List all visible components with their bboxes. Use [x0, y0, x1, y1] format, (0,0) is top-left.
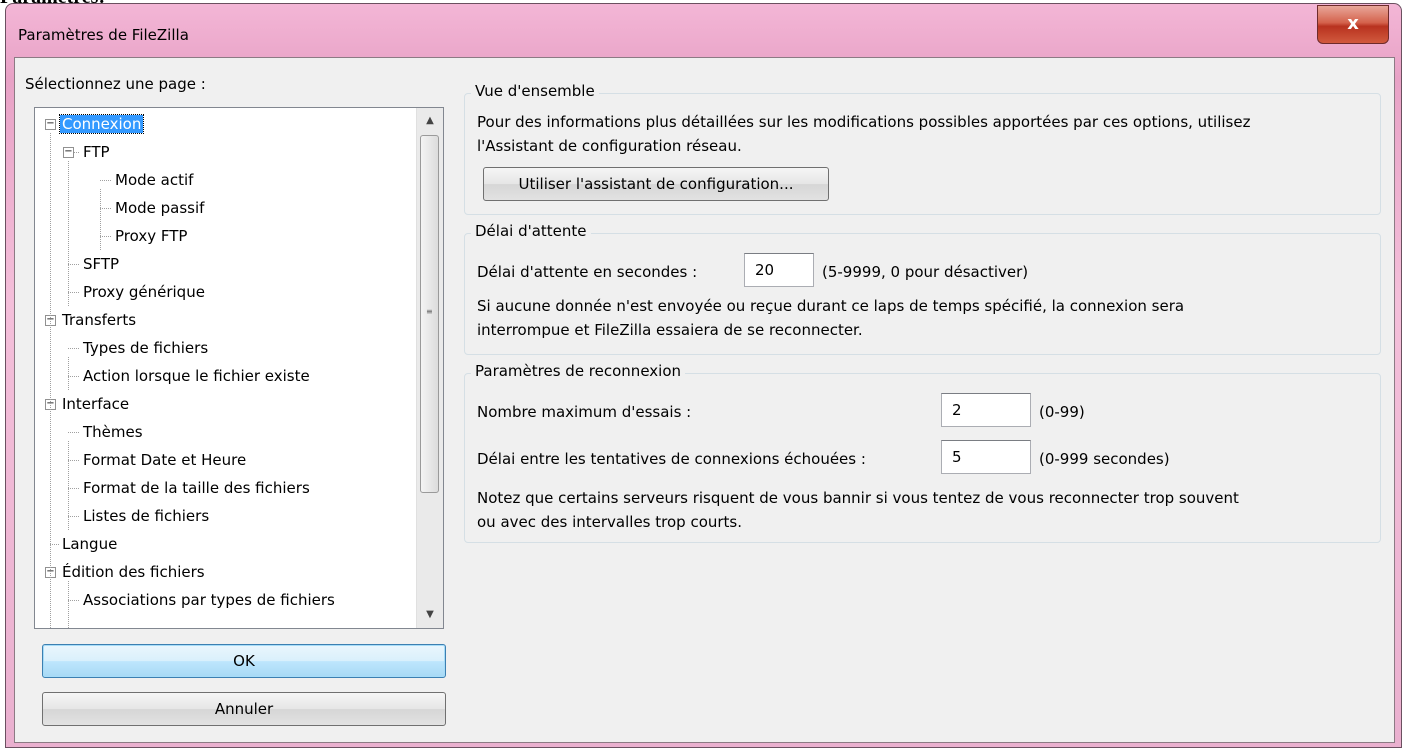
tree-item-label: Proxy FTP [115, 227, 188, 245]
tree-connector [68, 488, 79, 489]
tree-item[interactable]: Proxy générique [81, 278, 207, 306]
tree-item-label: Édition des fichiers [62, 563, 205, 581]
tree-connector [100, 236, 111, 237]
tree-item[interactable]: Mode actif [113, 166, 195, 194]
tree-item[interactable]: Mode passif [113, 194, 206, 222]
tree-connector [68, 460, 79, 461]
tree-item[interactable]: SFTP [81, 250, 121, 278]
collapse-icon[interactable]: − [63, 147, 74, 158]
overview-group: Vue d'ensemble Pour des informations plu… [464, 82, 1381, 215]
timeout-input[interactable] [744, 253, 814, 287]
close-button[interactable]: x [1317, 5, 1389, 44]
tree-connector [68, 516, 79, 517]
tree-item-label: Mode passif [115, 199, 205, 217]
collapse-icon[interactable]: − [45, 119, 56, 130]
wizard-button[interactable]: Utiliser l'assistant de configuration... [483, 167, 829, 201]
ok-button[interactable]: OK [42, 644, 446, 678]
tree-item-label: Format de la taille des fichiers [83, 479, 310, 497]
tree-item[interactable]: Édition des fichiers [60, 558, 207, 586]
settings-tree[interactable]: − Connexion − FTP Mode actif Mode passif Proxy… [34, 107, 444, 629]
cancel-button[interactable]: Annuler [42, 692, 446, 726]
max-attempts-hint: (0-99) [1039, 403, 1085, 421]
close-icon: x [1347, 13, 1359, 34]
tree-item[interactable]: FTP [81, 138, 112, 166]
tree-item-label: Action lorsque le fichier existe [83, 367, 310, 385]
dialog-client-area: Sélectionnez une page : − Connexion − FTP Mo… [14, 57, 1395, 743]
tree-item-label: Langue [62, 535, 118, 553]
tree-item[interactable]: Langue [60, 530, 119, 558]
tree-item[interactable]: Connexion [58, 110, 145, 138]
tree-item[interactable]: Action lorsque le fichier existe [81, 362, 312, 390]
tree-scrollbar[interactable]: ▲ ≡ ▼ [416, 108, 443, 628]
overview-title: Vue d'ensemble [471, 82, 599, 100]
overview-text-line1: Pour des informations plus détaillées su… [477, 113, 1251, 131]
settings-dialog: Paramètres de FileZilla x Sélectionnez u… [5, 3, 1402, 748]
tree-item-label: Proxy générique [83, 283, 205, 301]
tree-connector [68, 264, 79, 265]
tree-connector [50, 544, 59, 545]
tree-connector [68, 292, 79, 293]
tree-item-label: Associations par types de fichiers [83, 591, 335, 609]
tree-item-label: Interface [62, 395, 130, 413]
tree-connector [68, 600, 79, 601]
tree-item[interactable]: Listes de fichiers [81, 502, 211, 530]
reconnect-title: Paramètres de reconnexion [471, 362, 686, 380]
reconnect-text-line2: ou avec des intervalles trop courts. [477, 513, 743, 531]
tree-item-label: Mode actif [115, 171, 194, 189]
tree-item-label: Listes de fichiers [83, 507, 210, 525]
timeout-group: Délai d'attente Délai d'attente en secon… [464, 222, 1381, 355]
scroll-down-icon[interactable]: ▼ [417, 602, 443, 628]
tree-guide [68, 161, 69, 306]
grip-icon: ≡ [426, 307, 433, 316]
tree-item-label: Connexion [58, 114, 145, 134]
tree-item[interactable]: Format Date et Heure [81, 446, 248, 474]
timeout-text-line1: Si aucune donnée n'est envoyée ou reçue … [477, 297, 1185, 315]
tree-item[interactable]: Thèmes [81, 418, 145, 446]
retry-delay-hint: (0-999 secondes) [1039, 450, 1170, 468]
tree-connector [68, 376, 79, 377]
scroll-up-icon[interactable]: ▲ [417, 108, 443, 134]
tree-item[interactable]: Associations par types de fichiers [81, 586, 337, 614]
tree-connector [68, 348, 79, 349]
max-attempts-label: Nombre maximum d'essais : [477, 403, 692, 421]
retry-delay-input[interactable] [941, 440, 1031, 474]
scroll-thumb[interactable]: ≡ [420, 135, 439, 493]
window-title: Paramètres de FileZilla [18, 26, 189, 44]
reconnect-text-line1: Notez que certains serveurs risquent de … [477, 489, 1239, 507]
tree-item-label: Format Date et Heure [83, 451, 247, 469]
tree-guide [68, 357, 69, 390]
tree-item-label: Transferts [62, 311, 137, 329]
overview-text-line2: l'Assistant de configuration réseau. [477, 137, 742, 155]
tree-guide [100, 189, 101, 250]
tree-connector [100, 208, 111, 209]
reconnect-group: Paramètres de reconnexion Nombre maximum… [464, 362, 1381, 543]
tree-guide [68, 441, 69, 530]
timeout-hint: (5-9999, 0 pour désactiver) [822, 263, 1029, 281]
tree-item[interactable]: Types de fichiers [81, 334, 210, 362]
tree-item[interactable]: Proxy FTP [113, 222, 189, 250]
tree-connector [100, 180, 111, 181]
timeout-text-line2: interrompue et FileZilla essaiera de se … [477, 321, 863, 339]
tree-item[interactable]: Format de la taille des fichiers [81, 474, 312, 502]
tree-item[interactable]: Interface [60, 390, 131, 418]
tree-item-label: FTP [83, 143, 110, 161]
retry-delay-label: Délai entre les tentatives de connexions… [477, 450, 866, 468]
tree-item-label: Thèmes [83, 423, 143, 441]
tree-guide [68, 581, 69, 628]
timeout-label: Délai d'attente en secondes : [477, 263, 698, 281]
tree-content: − Connexion − FTP Mode actif Mode passif Proxy… [35, 108, 417, 628]
tree-item-label: Types de fichiers [83, 339, 209, 357]
tree-guide [50, 133, 51, 628]
tree-item-label: SFTP [83, 255, 120, 273]
max-attempts-input[interactable] [941, 393, 1031, 427]
tree-item[interactable]: Transferts [60, 306, 138, 334]
page-select-label: Sélectionnez une page : [25, 75, 206, 93]
tree-connector [68, 432, 79, 433]
timeout-title: Délai d'attente [471, 222, 591, 240]
